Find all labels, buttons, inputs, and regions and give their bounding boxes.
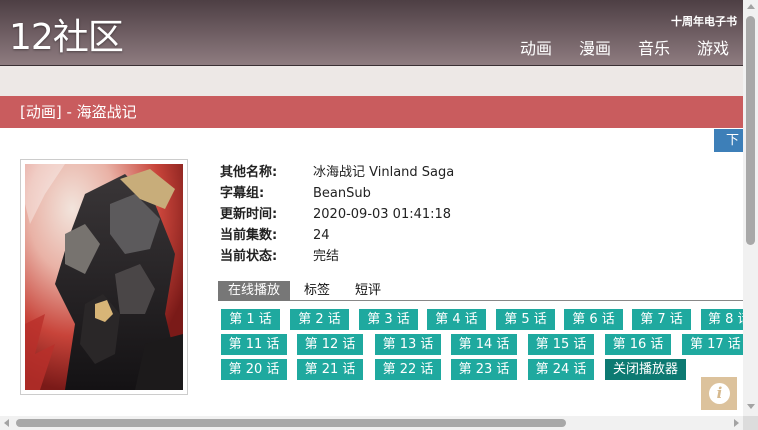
download-tab[interactable]: 下	[714, 129, 743, 152]
site-header: 12社区 十周年电子书 动画 漫画 音乐 游戏	[0, 0, 743, 66]
page-title: [动画] - 海盗战记	[20, 103, 137, 121]
vertical-scroll-thumb[interactable]	[746, 16, 755, 245]
episode-button[interactable]: 第 3 话	[359, 309, 418, 330]
episode-button[interactable]: 第 8 话	[701, 309, 743, 330]
horizontal-scroll-thumb[interactable]	[16, 419, 566, 427]
detail-row-episode-count: 当前集数: 24	[220, 227, 454, 248]
scroll-down-arrow-icon[interactable]	[747, 404, 755, 409]
logo-text: 社区	[52, 17, 124, 58]
detail-key: 更新时间:	[220, 207, 278, 222]
tab-reviews[interactable]: 短评	[355, 281, 381, 301]
episode-button[interactable]: 第 6 话	[564, 309, 623, 330]
logo-number: 12	[9, 17, 54, 58]
scroll-left-arrow-icon[interactable]	[4, 419, 9, 427]
page-title-bar: [动画] - 海盗战记	[0, 96, 743, 128]
header-spacer	[0, 66, 743, 96]
tab-tags[interactable]: 标签	[304, 281, 330, 301]
detail-key: 当前状态:	[220, 249, 278, 264]
episode-button[interactable]: 第 24 话	[528, 359, 594, 380]
episode-button[interactable]: 第 23 话	[451, 359, 517, 380]
nav-games[interactable]: 游戏	[697, 38, 729, 60]
episode-button[interactable]: 第 14 话	[451, 334, 517, 355]
scroll-up-arrow-icon[interactable]	[747, 4, 755, 9]
detail-value: 2020-09-03 01:41:18	[313, 207, 452, 222]
episode-button[interactable]: 第 22 话	[375, 359, 441, 380]
episode-button[interactable]: 第 20 话	[221, 359, 287, 380]
detail-row-subgroup: 字幕组: BeanSub	[220, 185, 454, 206]
nav-music[interactable]: 音乐	[638, 38, 670, 60]
nav-anime[interactable]: 动画	[520, 38, 552, 60]
episode-button[interactable]: 第 12 话	[297, 334, 363, 355]
page-viewport: 12社区 十周年电子书 动画 漫画 音乐 游戏 [动画] - 海盗战记 下 其他…	[0, 0, 743, 416]
detail-row-updated: 更新时间: 2020-09-03 01:41:18	[220, 206, 454, 227]
nav-manga[interactable]: 漫画	[579, 38, 611, 60]
close-player-button[interactable]: 关闭播放器	[605, 359, 686, 380]
scroll-right-arrow-icon[interactable]	[734, 419, 739, 427]
tab-online-play[interactable]: 在线播放	[218, 281, 291, 301]
episode-button[interactable]: 第 17 话	[682, 334, 743, 355]
episode-button[interactable]: 第 15 话	[528, 334, 594, 355]
anime-details: 其他名称: 冰海战记 Vinland Saga 字幕组: BeanSub 更新时间:…	[220, 164, 454, 269]
detail-row-alias: 其他名称: 冰海战记 Vinland Saga	[220, 164, 454, 185]
scrollbar-corner	[743, 416, 758, 430]
episode-button[interactable]: 第 11 话	[221, 334, 287, 355]
main-nav: 动画 漫画 音乐 游戏	[493, 38, 729, 60]
anniversary-ebook-link[interactable]: 十周年电子书	[671, 13, 737, 29]
episode-button[interactable]: 第 1 话	[221, 309, 280, 330]
poster-artwork	[25, 164, 183, 390]
cover-poster	[20, 159, 188, 395]
detail-value: 完结	[313, 249, 340, 264]
vertical-scrollbar[interactable]	[743, 0, 758, 416]
detail-row-status: 当前状态: 完结	[220, 248, 454, 269]
info-icon: i	[709, 383, 730, 404]
detail-key: 其他名称:	[220, 165, 278, 180]
episode-button[interactable]: 第 2 话	[290, 309, 349, 330]
content-tabs: 在线播放 标签 短评	[218, 281, 743, 301]
episode-button[interactable]: 第 5 话	[496, 309, 555, 330]
episode-button[interactable]: 第 7 话	[632, 309, 691, 330]
detail-key: 当前集数:	[220, 228, 278, 243]
site-logo[interactable]: 12社区	[9, 14, 124, 62]
info-button[interactable]: i	[701, 377, 737, 410]
episode-button[interactable]: 第 16 话	[605, 334, 671, 355]
detail-value: 24	[313, 228, 330, 243]
horizontal-scrollbar[interactable]	[0, 416, 743, 430]
episode-button[interactable]: 第 13 话	[375, 334, 441, 355]
detail-value: 冰海战记 Vinland Saga	[313, 165, 455, 180]
detail-value: BeanSub	[313, 186, 371, 201]
episode-button[interactable]: 第 4 话	[427, 309, 486, 330]
detail-key: 字幕组:	[220, 186, 265, 201]
episode-button[interactable]: 第 21 话	[297, 359, 363, 380]
